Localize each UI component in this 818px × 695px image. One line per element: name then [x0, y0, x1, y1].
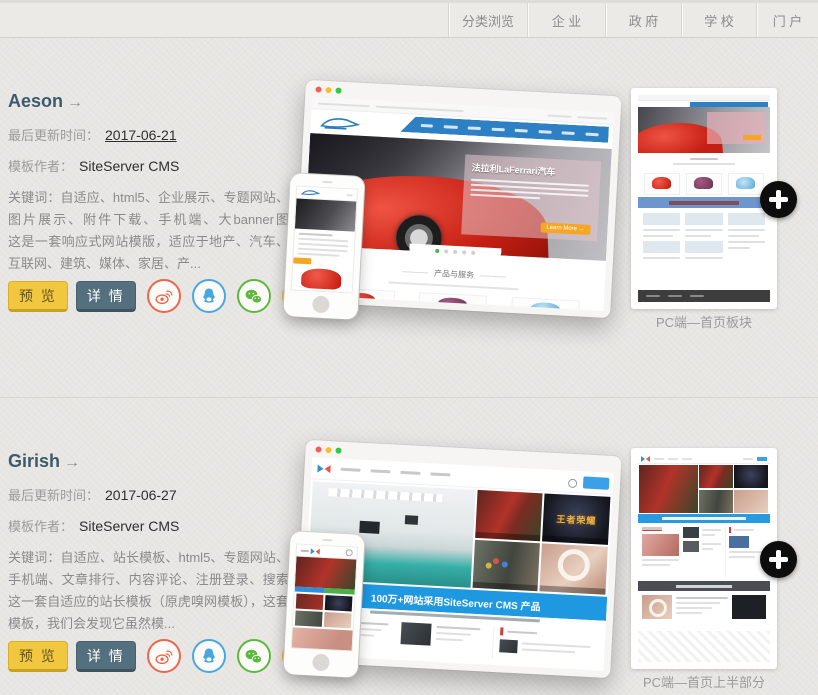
phone-bottom-image: [292, 627, 353, 650]
phone-home-button: [312, 653, 330, 671]
wechat-share-icon[interactable]: [237, 279, 271, 313]
phone-orange-button: [293, 257, 311, 264]
thumbnail-caption: PC端—首页板块: [621, 312, 787, 331]
top-nav: 分类浏览 企 业 政 府 学 校 门 户: [0, 0, 818, 38]
product-card-purple-car: [418, 292, 487, 311]
qq-share-icon[interactable]: [192, 639, 226, 673]
thumbnail-mini-page: [638, 455, 770, 662]
nav-item-enterprise[interactable]: 企 业: [527, 3, 605, 37]
thumbnail-caption: PC端—首页上半部分: [621, 672, 787, 691]
arrow-icon: →: [67, 94, 83, 111]
browser-window-dots: [315, 446, 341, 453]
learn-more-button: Learn More →: [540, 222, 591, 235]
phone-car-photo: [295, 198, 356, 231]
game-image: 王者荣耀: [542, 493, 610, 544]
actions-bar: 预 览 详 情: [8, 639, 316, 673]
pingpong-image: [475, 490, 543, 541]
template-row-aeson: Aeson→ 最后更新时间： 2017-06-21 模板作者： SiteServer…: [0, 85, 818, 335]
phone-screen: [292, 545, 357, 651]
phone-preview-mockup: [283, 173, 364, 320]
author-value: SiteServer CMS: [79, 158, 179, 174]
updated-row: 最后更新时间： 2017-06-21: [8, 125, 289, 144]
detail-button[interactable]: 详 情: [76, 281, 136, 312]
updated-label: 最后更新时间：: [8, 488, 99, 503]
qq-share-icon[interactable]: [192, 279, 226, 313]
keywords-text: 关键词：自适应、站长模板、html5、专题网站、手机端、文章排行、内容评论、注册…: [8, 547, 289, 635]
author-row: 模板作者： SiteServer CMS: [8, 156, 289, 175]
template-name-link[interactable]: Aeson→: [8, 91, 289, 112]
bikes-image: [472, 540, 540, 591]
template-name[interactable]: Girish: [8, 451, 60, 471]
phone-speaker: [322, 539, 332, 542]
arrow-icon: →: [64, 454, 80, 471]
detail-button[interactable]: 详 情: [76, 641, 136, 672]
phone-speaker: [322, 181, 332, 184]
expand-plus-button[interactable]: [760, 541, 797, 578]
phone-image-grid: [293, 591, 355, 630]
browser-window-dots: [315, 86, 341, 93]
template-name-link[interactable]: Girish→: [8, 451, 289, 472]
site-logo-icon: [317, 464, 330, 473]
bracelet-image: [540, 543, 608, 594]
search-icon: [568, 479, 577, 488]
section-title: 产品与服务: [402, 266, 506, 282]
nav-item-portal[interactable]: 门 户: [756, 3, 818, 37]
nav-item-government[interactable]: 政 府: [605, 3, 681, 37]
phone-home-button: [312, 295, 330, 313]
updated-value: 2017-06-27: [105, 487, 177, 503]
phone-cartoon-car: [292, 265, 353, 292]
expand-plus-button[interactable]: [760, 181, 797, 218]
actions-bar: 预 览 详 情: [8, 279, 316, 313]
hero-title: 法拉利LaFerrari汽车: [471, 161, 594, 180]
weibo-share-icon[interactable]: [147, 639, 181, 673]
author-label: 模板作者：: [8, 519, 73, 534]
hero-overlay: 法拉利LaFerrari汽车 Learn More →: [461, 154, 601, 241]
template-gallery-page: 分类浏览 企 业 政 府 学 校 门 户 Aeson→ 最后更新时间：2017-…: [0, 0, 818, 695]
thumbnail-mini-page: [638, 95, 770, 302]
template-name[interactable]: Aeson: [8, 91, 63, 111]
game-logo-text: 王者荣耀: [556, 512, 597, 527]
updated-label: 最后更新时间：: [8, 128, 99, 143]
updated-value[interactable]: 2017-06-21: [105, 127, 177, 143]
phone-screen: [292, 187, 357, 293]
author-value: SiteServer CMS: [79, 518, 179, 534]
weibo-share-icon[interactable]: [147, 279, 181, 313]
author-label: 模板作者：: [8, 159, 73, 174]
product-card-blue: [510, 297, 579, 311]
phone-feature-image: [295, 556, 356, 589]
updated-row: 最后更新时间： 2017-06-27: [8, 485, 289, 504]
thumbnail-card[interactable]: [631, 88, 777, 309]
author-row: 模板作者： SiteServer CMS: [8, 516, 289, 535]
preview-button[interactable]: 预 览: [8, 641, 68, 672]
template-info: Aeson→ 最后更新时间： 2017-06-21 模板作者： SiteServer…: [8, 91, 289, 275]
thumbnail-card[interactable]: [631, 448, 777, 669]
phone-preview-mockup: [283, 531, 364, 678]
nav-item-school[interactable]: 学 校: [681, 3, 756, 37]
preview-button[interactable]: 预 览: [8, 281, 68, 312]
keywords-text: 关键词：自适应、html5、企业展示、专题网站、图片展示、附件下载、手机端、大b…: [8, 187, 289, 275]
nav-item-category-browse[interactable]: 分类浏览: [448, 3, 527, 37]
row-divider: [0, 397, 818, 398]
template-info: Girish→ 最后更新时间： 2017-06-27 模板作者： SiteServe…: [8, 451, 289, 635]
wechat-share-icon[interactable]: [237, 639, 271, 673]
login-button: [583, 476, 610, 489]
template-row-girish: Girish→ 最后更新时间： 2017-06-27 模板作者： SiteServe…: [0, 445, 818, 695]
